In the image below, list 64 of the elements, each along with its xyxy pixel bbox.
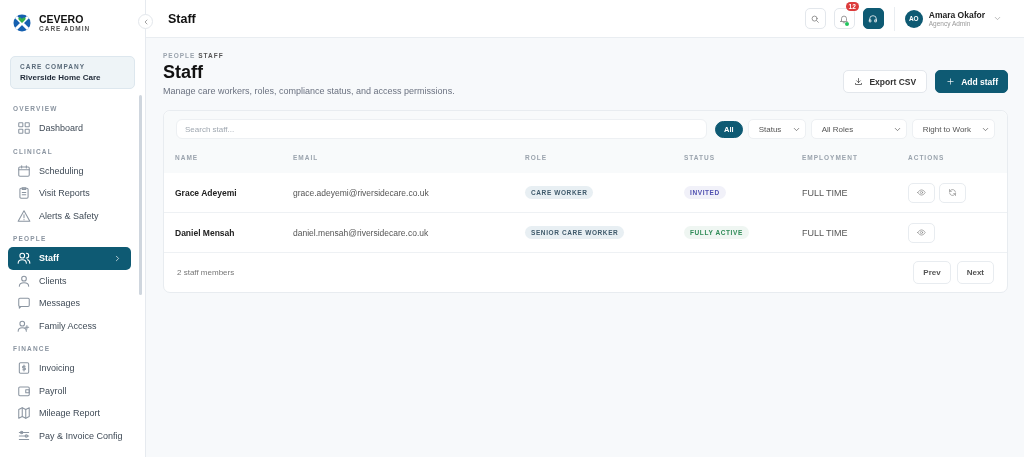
filter-dropdown[interactable]: All Roles [810,119,907,139]
map-icon [17,406,31,421]
sidebar-item[interactable]: Staff [8,247,131,270]
next-button[interactable]: Next [956,261,994,284]
search-icon [810,13,821,24]
notifications-button[interactable] [833,8,855,29]
page-title: Staff [168,11,197,26]
plus-icon [946,77,956,86]
resend-button[interactable] [939,182,966,203]
sidebar-item[interactable]: Alerts & Safety [8,204,131,227]
filter-dropdown[interactable]: Right to Work [911,119,995,139]
sidebar-item[interactable]: Clients [8,269,131,292]
bell-icon [839,13,850,24]
staff-count: 2 staff members [177,268,235,277]
sliders-icon [17,428,31,443]
people-add-icon [17,318,31,333]
table-cell: Grace Adeyemi [164,173,282,213]
chevron-right-icon [113,253,122,263]
eye-icon [917,188,926,197]
page-heading: Staff [163,62,204,83]
sidebar-item[interactable]: Scheduling [8,159,131,182]
prev-button[interactable]: Prev [913,261,951,284]
refresh-icon [948,188,957,197]
table-cell: FULL TIME [791,212,897,253]
calendar-icon [17,163,31,178]
sidebar-item[interactable]: Visit Reports [8,182,131,205]
search-button[interactable] [804,8,826,29]
page-subtitle: Manage care workers, roles, compliance status, and access permissions. [163,86,455,96]
support-button[interactable] [862,8,884,29]
search-field[interactable]: Search staff... [176,119,708,139]
sidebar-item[interactable]: Invoicing [8,357,131,380]
sidebar-item[interactable]: Dashboard [8,117,131,140]
people-icon [17,251,31,266]
logo-icon [12,12,32,32]
download-icon [854,77,864,86]
view-button[interactable] [908,222,935,243]
export-button[interactable]: Export CSV [843,70,928,93]
table-cell: Daniel Mensah [164,212,282,253]
view-button[interactable] [908,182,935,203]
brand-name: CEVERO [39,12,85,25]
filter-dropdown[interactable]: Status [747,119,806,139]
status-dot [844,22,849,26]
headset-icon [868,13,879,24]
grid-icon [17,121,31,136]
user-name: Amara Okafor [928,10,985,20]
sidebar-item[interactable]: Payroll [8,379,131,402]
sidebar-item[interactable]: Family Access [8,314,131,337]
eye-icon [917,228,926,237]
sidebar-item[interactable]: Mileage Report [8,402,131,425]
table-cell: FULL TIME [791,173,897,213]
chevron-down-icon [993,14,1002,23]
person-icon [17,273,31,288]
sidebar-item[interactable]: Messages [8,292,131,315]
clipboard-icon [17,186,31,201]
add-button[interactable]: Add staff [935,70,1008,93]
company-name: Riverside Home Care [20,73,102,82]
scrollbar[interactable] [139,95,142,295]
chat-icon [17,296,31,311]
table-cell: grace.adeyemi@riversidecare.co.uk [282,173,514,213]
dollar-icon [17,361,31,376]
sidebar-item[interactable]: Pay & Invoice Config [8,424,131,447]
table-cell: daniel.mensah@riversidecare.co.uk [282,212,514,253]
wallet-icon [17,383,31,398]
warning-icon [17,208,31,223]
